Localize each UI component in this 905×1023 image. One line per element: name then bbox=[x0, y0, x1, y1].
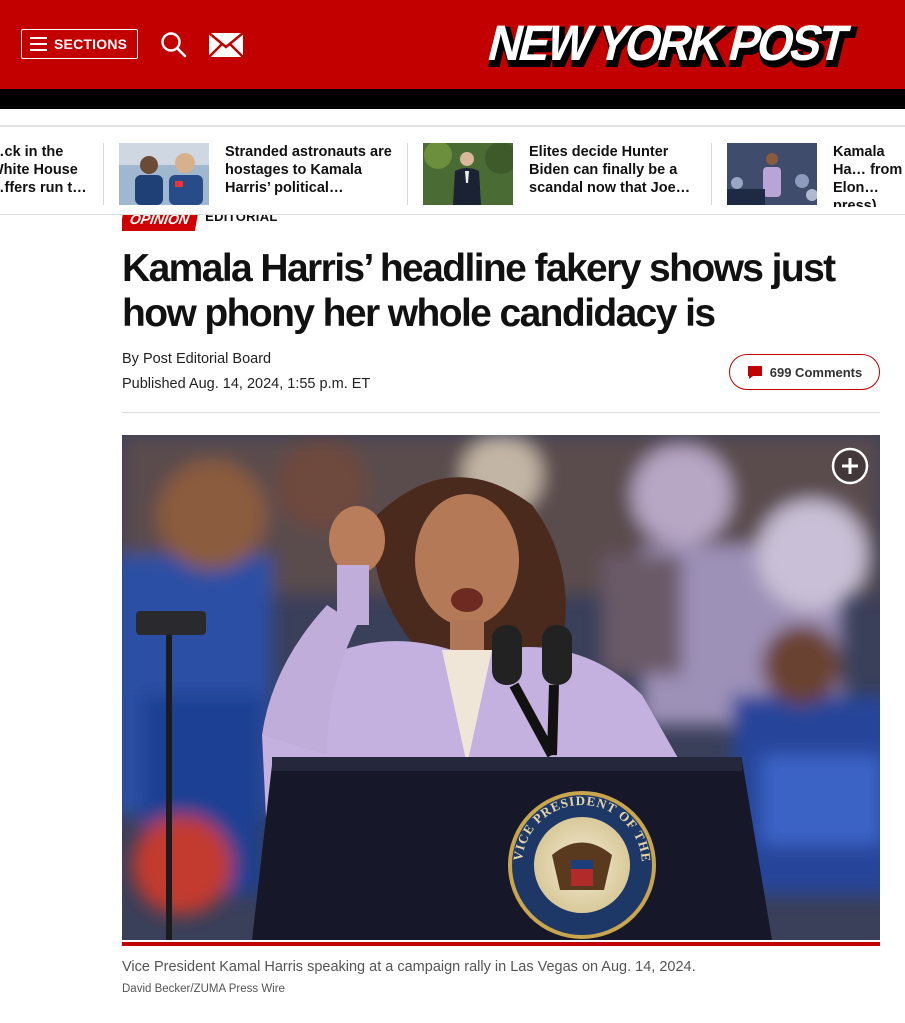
comment-icon bbox=[747, 365, 762, 379]
publish-date: Published Aug. 14, 2024, 1:55 p.m. ET bbox=[122, 376, 371, 392]
story-headline[interactable]: Kamala Ha… from Elon… press) bec… bbox=[833, 143, 905, 207]
mail-icon[interactable] bbox=[208, 32, 244, 58]
comments-count: 699 Comments bbox=[769, 364, 863, 380]
section-kicker: OPINION EDITORIAL bbox=[122, 215, 278, 235]
hamburger-icon bbox=[30, 37, 47, 51]
site-header: SECTIONS NEW YORK POST NEW YORK POST bbox=[0, 0, 905, 89]
plus-circle-icon[interactable] bbox=[830, 446, 870, 486]
search-icon[interactable] bbox=[160, 31, 188, 59]
article-hero-image[interactable]: VICE PRESIDENT OF THE UNITED STATES bbox=[122, 435, 880, 940]
story-card[interactable]: Stranded astronauts are hostages to Kama… bbox=[119, 143, 397, 207]
subsection-label[interactable]: EDITORIAL bbox=[205, 215, 278, 224]
photo-credit: David Becker/ZUMA Press Wire bbox=[122, 983, 285, 995]
story-thumbnail[interactable] bbox=[423, 143, 513, 205]
story-headline[interactable]: Elites decide Hunter Biden can finally b… bbox=[529, 143, 701, 207]
story-card[interactable]: Elites decide Hunter Biden can finally b… bbox=[423, 143, 701, 207]
sections-button[interactable]: SECTIONS bbox=[21, 29, 138, 59]
article-byline[interactable]: By Post Editorial Board bbox=[122, 351, 271, 367]
story-card[interactable]: Kamala Ha… from Elon… press) bec… bbox=[727, 143, 905, 207]
section-label[interactable]: OPINION bbox=[122, 215, 200, 231]
story-thumbnail[interactable] bbox=[119, 143, 209, 205]
divider bbox=[711, 143, 712, 205]
comments-button[interactable]: 699 Comments bbox=[729, 354, 880, 390]
story-thumbnail[interactable] bbox=[727, 143, 817, 205]
image-caption-rule bbox=[122, 942, 880, 946]
story-card[interactable]: …ck in the White House …ffers run t… bbox=[0, 143, 90, 207]
sections-label: SECTIONS bbox=[54, 36, 128, 52]
divider bbox=[103, 143, 104, 205]
divider bbox=[407, 143, 408, 205]
nav-bar bbox=[0, 89, 905, 109]
divider bbox=[122, 412, 880, 413]
photo-caption: Vice President Kamal Harris speaking at … bbox=[122, 959, 696, 975]
trending-stories-strip: …ck in the White House …ffers run t… Str… bbox=[0, 127, 905, 215]
story-headline[interactable]: …ck in the White House …ffers run t… bbox=[0, 143, 90, 207]
logo-text: NEW YORK POST bbox=[483, 15, 855, 71]
site-logo[interactable]: NEW YORK POST NEW YORK POST bbox=[476, 10, 866, 78]
article-title: Kamala Harris’ headline fakery shows jus… bbox=[122, 247, 836, 335]
story-headline[interactable]: Stranded astronauts are hostages to Kama… bbox=[225, 143, 397, 207]
